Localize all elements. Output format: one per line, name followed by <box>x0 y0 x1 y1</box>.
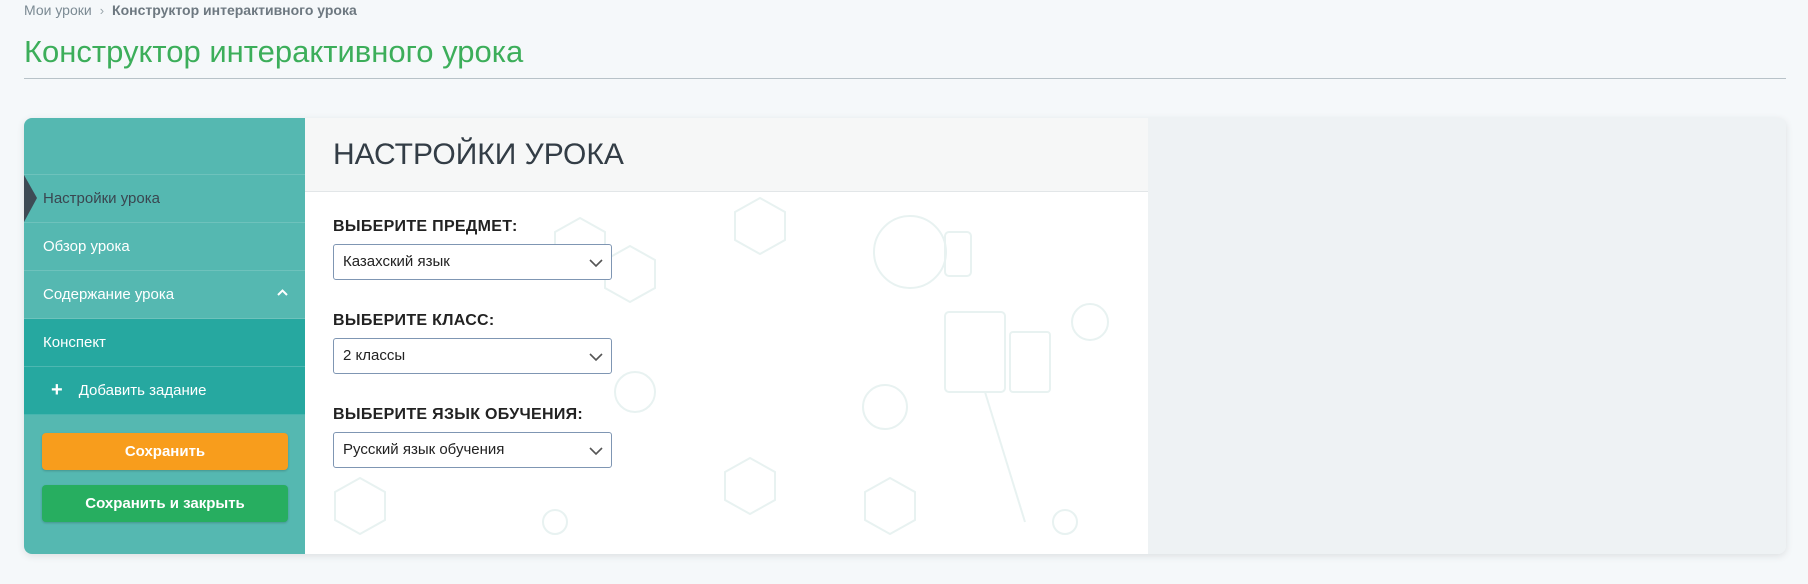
breadcrumb-separator-icon: › <box>99 2 105 18</box>
settings-heading: НАСТРОЙКИ УРОКА <box>333 138 624 171</box>
page-title: Конструктор интерактивного урока <box>24 34 524 69</box>
subject-select-value: Казахский язык <box>343 253 450 270</box>
chevron-down-icon <box>589 259 603 268</box>
settings-panel: НАСТРОЙКИ УРОКА ВЫБЕРИТЕ ПРЕДМЕТ: Казахс… <box>305 118 1148 554</box>
empty-right-pane <box>1148 118 1786 554</box>
sidebar-item-label: Содержание урока <box>43 286 175 303</box>
save-button[interactable]: Сохранить <box>42 433 288 470</box>
sidebar-item-add-task[interactable]: + Добавить задание <box>24 367 305 415</box>
breadcrumb: Мои уроки › Конструктор интерактивного у… <box>24 2 357 18</box>
settings-panel-header: НАСТРОЙКИ УРОКА <box>305 118 1148 192</box>
sidebar-item-lesson-settings[interactable]: Настройки урока <box>24 175 305 223</box>
sidebar-item-lesson-content[interactable]: Содержание урока <box>24 271 305 319</box>
subject-field: ВЫБЕРИТЕ ПРЕДМЕТ: Казахский язык <box>333 218 612 280</box>
grade-field: ВЫБЕРИТЕ КЛАСС: 2 классы <box>333 312 612 374</box>
constructor-card: Настройки урока Обзор урока Содержание у… <box>24 118 1786 554</box>
chevron-down-icon <box>589 447 603 456</box>
chevron-up-icon[interactable] <box>276 271 289 318</box>
grade-select-value: 2 классы <box>343 347 406 364</box>
settings-panel-body: ВЫБЕРИТЕ ПРЕДМЕТ: Казахский язык ВЫБЕРИТ… <box>305 192 1148 554</box>
language-select-value: Русский язык обучения <box>343 441 505 458</box>
sidebar-item-lesson-overview[interactable]: Обзор урока <box>24 223 305 271</box>
breadcrumb-current: Конструктор интерактивного урока <box>112 2 357 18</box>
save-and-close-button[interactable]: Сохранить и закрыть <box>42 485 288 522</box>
language-label: ВЫБЕРИТЕ ЯЗЫК ОБУЧЕНИЯ: <box>333 406 584 423</box>
plus-icon: + <box>51 379 63 401</box>
language-field: ВЫБЕРИТЕ ЯЗЫК ОБУЧЕНИЯ: Русский язык обу… <box>333 406 612 468</box>
subject-label: ВЫБЕРИТЕ ПРЕДМЕТ: <box>333 218 518 235</box>
sidebar: Настройки урока Обзор урока Содержание у… <box>24 118 305 554</box>
sidebar-item-label: Обзор урока <box>43 238 130 255</box>
breadcrumb-link-my-lessons[interactable]: Мои уроки <box>24 2 92 18</box>
sidebar-item-label: Добавить задание <box>78 382 207 399</box>
sidebar-header <box>24 118 305 175</box>
grade-label: ВЫБЕРИТЕ КЛАСС: <box>333 312 495 329</box>
language-select[interactable]: Русский язык обучения <box>333 432 612 468</box>
chevron-down-icon <box>589 353 603 362</box>
active-marker-icon <box>24 175 37 222</box>
grade-select[interactable]: 2 классы <box>333 338 612 374</box>
subject-select[interactable]: Казахский язык <box>333 244 612 280</box>
sidebar-item-label: Настройки урока <box>43 190 160 207</box>
sidebar-item-summary[interactable]: Конспект <box>24 319 305 367</box>
sidebar-item-label: Конспект <box>43 334 106 351</box>
title-divider <box>24 78 1786 79</box>
